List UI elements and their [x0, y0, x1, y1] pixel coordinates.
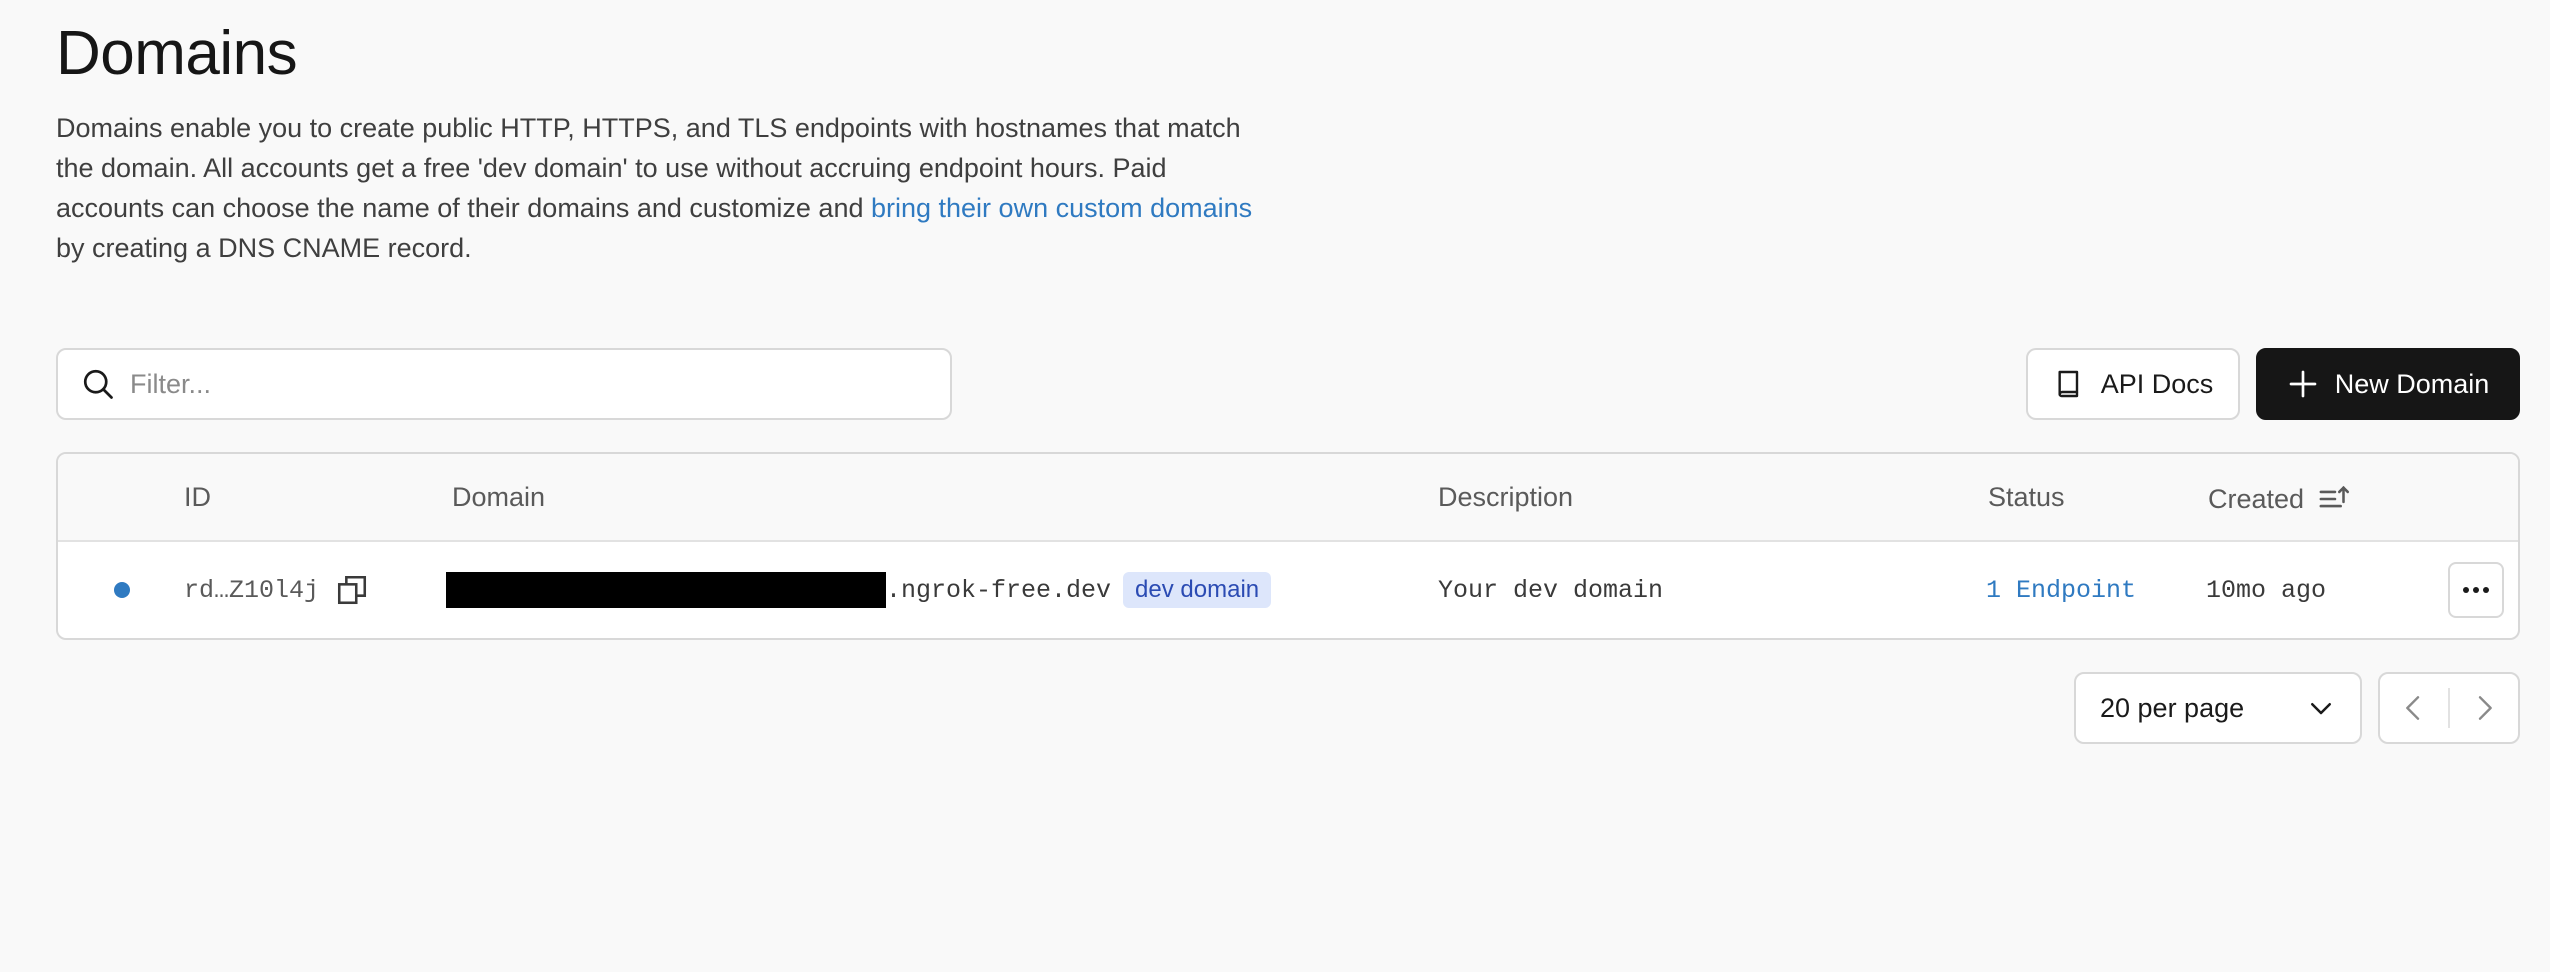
more-horizontal-icon [2463, 587, 2489, 593]
endpoint-link[interactable]: 1 Endpoint [1986, 542, 2136, 638]
domain-id: rd…Z10l4j [184, 542, 369, 638]
new-domain-button[interactable]: New Domain [2256, 348, 2520, 420]
description-text-2: by creating a DNS CNAME record. [56, 233, 472, 263]
page-description: Domains enable you to create public HTTP… [56, 108, 1256, 268]
created-header-label: Created [2208, 483, 2305, 514]
domains-table: ID Domain Description Status Created rd…… [56, 452, 2520, 640]
custom-domains-link[interactable]: bring their own custom domains [871, 193, 1252, 223]
dev-domain-badge: dev domain [1123, 572, 1272, 608]
copy-icon[interactable] [335, 573, 369, 607]
per-page-select[interactable]: 20 per page [2074, 672, 2362, 744]
next-page-button[interactable] [2450, 674, 2518, 742]
per-page-label: 20 per page [2100, 692, 2245, 723]
column-header-id: ID [184, 482, 211, 512]
description-cell: Your dev domain [1438, 575, 1664, 605]
plus-icon [2289, 370, 2317, 398]
table-header: ID Domain Description Status Created [58, 454, 2518, 542]
domains-page: Domains Domains enable you to create pub… [0, 0, 2550, 972]
column-header-created[interactable]: Created [2208, 482, 2352, 516]
chevron-down-icon [2311, 703, 2331, 715]
previous-page-button[interactable] [2380, 674, 2448, 742]
pagination-controls [2378, 672, 2520, 744]
chevron-right-icon [2478, 696, 2492, 720]
status-dot [114, 542, 130, 638]
filter-box[interactable] [56, 348, 952, 420]
page-title: Domains [56, 19, 298, 88]
chevron-left-icon [2406, 696, 2420, 720]
created-cell: 10mo ago [2206, 575, 2327, 605]
filter-input[interactable] [130, 368, 910, 400]
api-docs-button[interactable]: API Docs [2026, 348, 2240, 420]
search-icon [83, 369, 113, 399]
domain-id-text: rd…Z10l4j [184, 575, 320, 605]
row-actions-button[interactable] [2448, 562, 2504, 618]
column-header-description: Description [1438, 482, 1574, 512]
new-domain-label: New Domain [2334, 368, 2490, 399]
api-docs-label: API Docs [2100, 368, 2214, 399]
domain-cell: .ngrok-free.dev dev domain [446, 542, 1272, 638]
sort-ascending-icon[interactable] [2318, 482, 2352, 516]
book-icon [2058, 370, 2078, 398]
table-row[interactable]: rd…Z10l4j .ngrok-free.dev dev domain You… [58, 542, 2518, 638]
column-header-domain: Domain [452, 482, 546, 512]
column-header-status: Status [1988, 482, 2065, 512]
redacted-subdomain [446, 572, 886, 608]
domain-suffix: .ngrok-free.dev [886, 575, 1112, 605]
